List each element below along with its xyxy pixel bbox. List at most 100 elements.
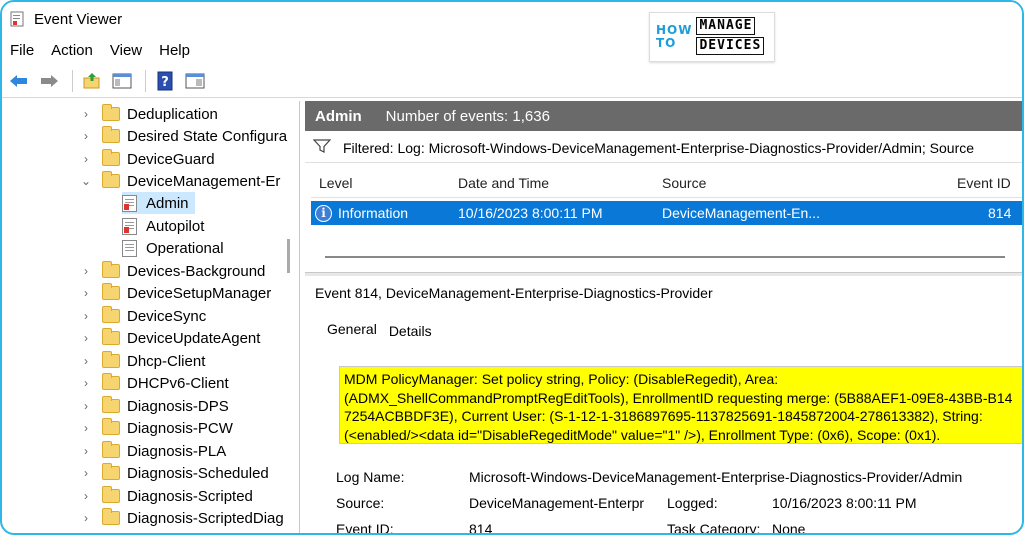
tree-item-diagnosis-dps[interactable]: › Diagnosis-DPS [80, 395, 229, 417]
tree-item-label: Deduplication [127, 105, 218, 123]
tree-item-diagnosis-scripteddiag[interactable]: › Diagnosis-ScriptedDiag [80, 507, 284, 529]
detail-tabs: General Details [327, 321, 444, 339]
log-name-value: Microsoft-Windows-DeviceManagement-Enter… [469, 469, 963, 485]
tree-item-dhcp-client[interactable]: › Dhcp-Client [80, 350, 205, 372]
event-log-icon [122, 194, 137, 212]
folder-icon [102, 126, 120, 143]
table-header-divider [311, 197, 1022, 198]
tree-item-deduplication[interactable]: › Deduplication [80, 103, 218, 125]
menu-action[interactable]: Action [51, 42, 93, 59]
chevron-right-icon[interactable]: › [80, 152, 92, 166]
event-detail-title: Event 814, DeviceManagement-Enterprise-D… [315, 285, 713, 301]
chevron-right-icon[interactable]: › [80, 286, 92, 300]
tree-item-devicesync[interactable]: › DeviceSync [80, 305, 206, 327]
chevron-right-icon[interactable]: › [80, 444, 92, 458]
tree-item-label: Diagnosis-DPS [127, 397, 229, 415]
menu-help[interactable]: Help [159, 42, 190, 59]
logo-text-manage: MANAGE [696, 17, 756, 35]
event-log-icon [122, 239, 137, 257]
tree-item-diagnosis-scripted[interactable]: › Diagnosis-Scripted [80, 485, 253, 507]
chevron-right-icon[interactable]: › [80, 129, 92, 143]
tree-item-operational[interactable]: Operational [122, 237, 224, 259]
menu-file[interactable]: File [10, 42, 34, 59]
chevron-right-icon[interactable]: › [80, 376, 92, 390]
tree-item-devicemanagement-enterprise[interactable]: ⌄ DeviceManagement-Er [80, 170, 280, 192]
column-header-event-id[interactable]: Event ID [957, 175, 1011, 191]
tree-item-diagnosis-pcw[interactable]: › Diagnosis-PCW [80, 417, 233, 439]
message-line: (<enabled/><data id="DisableRegeditMode"… [344, 426, 941, 443]
chevron-right-icon[interactable]: › [80, 331, 92, 345]
tab-details[interactable]: Details [389, 323, 432, 339]
log-header: Admin Number of events: 1,636 [305, 101, 1022, 131]
tree-item-label: Desired State Configura [127, 127, 288, 145]
show-hide-console-tree-icon[interactable] [109, 68, 135, 94]
tree-item-deviceupdateagent[interactable]: › DeviceUpdateAgent [80, 327, 260, 349]
column-header-date-and-time[interactable]: Date and Time [458, 175, 549, 191]
filter-text: Filtered: Log: Microsoft-Windows-DeviceM… [343, 139, 975, 156]
tree-item-dhcpv6-client[interactable]: › DHCPv6-Client [80, 372, 229, 394]
window-title: Event Viewer [34, 10, 123, 28]
event-viewer-window: Event Viewer HOW TO MANAGE DEVICES File … [0, 0, 1024, 535]
folder-icon [102, 104, 120, 121]
tree-item-admin[interactable]: Admin [122, 192, 195, 214]
filter-funnel-icon [312, 138, 332, 157]
chevron-right-icon[interactable]: › [80, 466, 92, 480]
information-icon: i [315, 205, 332, 222]
row-event-id: 814 [988, 205, 1012, 221]
tree-item-diagnosis-pla[interactable]: › Diagnosis-PLA [80, 440, 226, 462]
folder-icon [102, 463, 120, 480]
chevron-right-icon[interactable]: › [80, 421, 92, 435]
tree-item-desired-state-configuration[interactable]: › Desired State Configura [80, 125, 287, 147]
chevron-right-icon[interactable]: › [80, 399, 92, 413]
up-folder-icon[interactable] [79, 68, 105, 94]
row-source: DeviceManagement-En... [662, 205, 820, 221]
folder-icon [102, 261, 120, 278]
tree-item-label: Dhcp-Client [127, 352, 206, 370]
chevron-down-icon[interactable]: ⌄ [80, 174, 92, 188]
folder-icon [102, 306, 120, 323]
horizontal-scrollbar[interactable] [325, 256, 1005, 258]
forward-arrow-icon[interactable] [36, 68, 62, 94]
tree-item-devicesetupmanager[interactable]: › DeviceSetupManager [80, 282, 271, 304]
tree-item-label: Admin [146, 194, 189, 212]
table-row[interactable]: i Information 10/16/2023 8:00:11 PM Devi… [311, 201, 1022, 225]
back-arrow-icon[interactable] [6, 68, 32, 94]
column-header-source[interactable]: Source [662, 175, 706, 191]
folder-icon [102, 171, 120, 188]
folder-icon [102, 149, 120, 166]
pane-splitter[interactable] [305, 272, 1022, 276]
log-view-pane: Admin Number of events: 1,636 Filtered: … [305, 101, 1022, 533]
chevron-right-icon[interactable]: › [80, 511, 92, 525]
folder-icon [102, 351, 120, 368]
chevron-right-icon[interactable]: › [80, 309, 92, 323]
chevron-right-icon[interactable]: › [80, 354, 92, 368]
toolbar-separator [145, 69, 146, 92]
folder-icon [102, 328, 120, 345]
tree-item-label: Devices-Background [127, 262, 266, 280]
show-hide-action-pane-icon[interactable] [182, 68, 208, 94]
tab-general[interactable]: General [327, 321, 377, 339]
chevron-right-icon[interactable]: › [80, 107, 92, 121]
title-bar: Event Viewer [2, 2, 1022, 36]
row-level: Information [338, 205, 409, 221]
folder-icon [102, 508, 120, 525]
help-icon[interactable]: ? [152, 68, 178, 94]
menu-view[interactable]: View [110, 42, 142, 59]
chevron-right-icon[interactable]: › [80, 264, 92, 278]
folder-icon [102, 486, 120, 503]
tree-item-devices-background[interactable]: › Devices-Background [80, 260, 265, 282]
log-name-label: Log Name: [336, 469, 405, 485]
console-tree[interactable]: › Deduplication › Desired State Configur… [2, 101, 300, 533]
tree-item-autopilot[interactable]: Autopilot [122, 215, 204, 237]
logged-value: 10/16/2023 8:00:11 PM [772, 495, 917, 511]
column-header-level[interactable]: Level [319, 175, 352, 191]
tree-item-label: Diagnosis-PLA [127, 442, 227, 460]
chevron-right-icon[interactable]: › [80, 489, 92, 503]
tree-scrollbar[interactable] [287, 239, 290, 273]
tree-item-label: Operational [146, 239, 224, 257]
row-date: 10/16/2023 8:00:11 PM [458, 205, 603, 221]
tree-item-deviceguard[interactable]: › DeviceGuard [80, 148, 215, 170]
event-count: Number of events: 1,636 [385, 107, 550, 125]
tree-item-diagnosis-scheduled[interactable]: › Diagnosis-Scheduled [80, 462, 269, 484]
folder-icon [102, 283, 120, 300]
